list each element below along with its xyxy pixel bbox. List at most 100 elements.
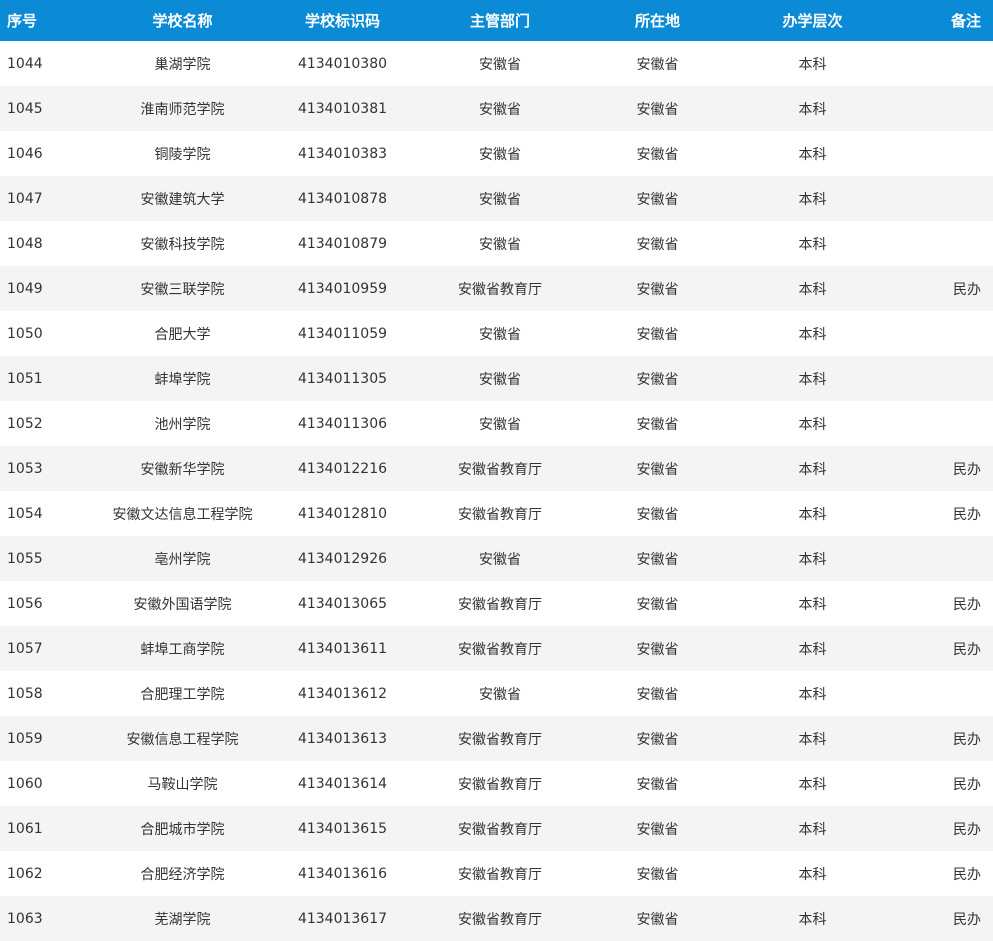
- table-row: 1060 马鞍山学院 4134013614 安徽省教育厅 安徽省 本科 民办: [0, 761, 993, 806]
- cell-location: 安徽省: [636, 686, 679, 703]
- cell-department: 安徽省: [479, 101, 521, 118]
- cell-school-name: 安徽三联学院: [140, 281, 225, 298]
- cell-location: 安徽省: [636, 911, 679, 928]
- cell-school-name: 安徽信息工程学院: [126, 731, 239, 748]
- cell-school-code: 4134013613: [297, 730, 388, 747]
- cell-note: 民办: [953, 731, 981, 748]
- cell-level: 本科: [798, 416, 827, 433]
- cell-location: 安徽省: [636, 236, 679, 253]
- cell-school-code: 4134010959: [297, 280, 388, 297]
- cell-level: 本科: [798, 776, 827, 793]
- cell-note: [895, 86, 993, 131]
- cell-seq: 1057: [7, 640, 43, 657]
- header-location: 所在地: [634, 12, 680, 30]
- table-row: 1058 合肥理工学院 4134013612 安徽省 安徽省 本科: [0, 671, 993, 716]
- table-row: 1048 安徽科技学院 4134010879 安徽省 安徽省 本科: [0, 221, 993, 266]
- cell-school-name: 淮南师范学院: [140, 101, 225, 118]
- cell-school-name: 铜陵学院: [154, 146, 211, 163]
- table-row: 1056 安徽外国语学院 4134013065 安徽省教育厅 安徽省 本科 民办: [0, 581, 993, 626]
- table-row: 1044 巢湖学院 4134010380 安徽省 安徽省 本科: [0, 41, 993, 86]
- cell-department: 安徽省: [479, 56, 521, 73]
- cell-note: [895, 536, 993, 581]
- cell-school-code: 4134012216: [297, 460, 388, 477]
- school-table: 序号 学校名称 学校标识码 主管部门 所在地 办学层次 备注 1044 巢湖学院 4…: [0, 0, 993, 941]
- cell-location: 安徽省: [636, 551, 679, 568]
- cell-seq: 1049: [7, 280, 43, 297]
- cell-seq: 1046: [7, 145, 43, 162]
- cell-location: 安徽省: [636, 326, 679, 343]
- cell-note: [895, 671, 993, 716]
- cell-school-name: 安徽外国语学院: [133, 596, 232, 613]
- cell-department: 安徽省: [479, 191, 521, 208]
- cell-location: 安徽省: [636, 101, 679, 118]
- cell-school-code: 4134010380: [297, 55, 388, 72]
- cell-school-name: 安徽新华学院: [140, 461, 225, 478]
- cell-location: 安徽省: [636, 56, 679, 73]
- table-row: 1052 池州学院 4134011306 安徽省 安徽省 本科: [0, 401, 993, 446]
- cell-school-name: 蚌埠工商学院: [140, 641, 225, 658]
- cell-level: 本科: [798, 731, 827, 748]
- cell-school-name: 安徽文达信息工程学院: [112, 506, 253, 523]
- cell-school-code: 4134012810: [297, 505, 388, 522]
- cell-school-code: 4134011059: [297, 325, 388, 342]
- table-row: 1061 合肥城市学院 4134013615 安徽省教育厅 安徽省 本科 民办: [0, 806, 993, 851]
- cell-note: 民办: [953, 911, 981, 928]
- cell-school-name: 巢湖学院: [154, 56, 211, 73]
- cell-level: 本科: [798, 641, 827, 658]
- table-row: 1062 合肥经济学院 4134013616 安徽省教育厅 安徽省 本科 民办: [0, 851, 993, 896]
- table-row: 1055 亳州学院 4134012926 安徽省 安徽省 本科: [0, 536, 993, 581]
- cell-level: 本科: [798, 371, 827, 388]
- table-row: 1045 淮南师范学院 4134010381 安徽省 安徽省 本科: [0, 86, 993, 131]
- cell-department: 安徽省教育厅: [458, 776, 542, 793]
- cell-school-code: 4134013615: [297, 820, 388, 837]
- cell-note: 民办: [953, 506, 981, 523]
- cell-school-code: 4134010381: [297, 100, 388, 117]
- cell-location: 安徽省: [636, 731, 679, 748]
- cell-location: 安徽省: [636, 506, 679, 523]
- cell-seq: 1056: [7, 595, 43, 612]
- cell-location: 安徽省: [636, 596, 679, 613]
- cell-school-name: 芜湖学院: [154, 911, 211, 928]
- cell-school-code: 4134013611: [297, 640, 388, 657]
- table-row: 1063 芜湖学院 4134013617 安徽省教育厅 安徽省 本科 民办: [0, 896, 993, 941]
- cell-department: 安徽省: [479, 146, 521, 163]
- cell-seq: 1063: [7, 910, 43, 927]
- cell-seq: 1053: [7, 460, 43, 477]
- cell-level: 本科: [798, 506, 827, 523]
- cell-department: 安徽省: [479, 686, 521, 703]
- cell-school-code: 4134011305: [297, 370, 388, 387]
- cell-level: 本科: [798, 191, 827, 208]
- cell-department: 安徽省教育厅: [458, 911, 542, 928]
- cell-note: 民办: [953, 776, 981, 793]
- cell-department: 安徽省教育厅: [458, 641, 542, 658]
- table-row: 1046 铜陵学院 4134010383 安徽省 安徽省 本科: [0, 131, 993, 176]
- cell-note: [895, 131, 993, 176]
- table-header: 序号 学校名称 学校标识码 主管部门 所在地 办学层次 备注: [0, 0, 993, 41]
- cell-school-code: 4134013614: [297, 775, 388, 792]
- cell-level: 本科: [798, 461, 827, 478]
- cell-department: 安徽省: [479, 236, 521, 253]
- table-row: 1059 安徽信息工程学院 4134013613 安徽省教育厅 安徽省 本科 民办: [0, 716, 993, 761]
- cell-level: 本科: [798, 866, 827, 883]
- cell-department: 安徽省: [479, 416, 521, 433]
- cell-school-name: 蚌埠学院: [154, 371, 211, 388]
- cell-department: 安徽省教育厅: [458, 596, 542, 613]
- cell-level: 本科: [798, 821, 827, 838]
- table-row: 1049 安徽三联学院 4134010959 安徽省教育厅 安徽省 本科 民办: [0, 266, 993, 311]
- cell-school-code: 4134013612: [297, 685, 388, 702]
- cell-location: 安徽省: [636, 461, 679, 478]
- cell-level: 本科: [798, 236, 827, 253]
- header-seq: 序号: [7, 12, 38, 30]
- table-row: 1054 安徽文达信息工程学院 4134012810 安徽省教育厅 安徽省 本科 民办: [0, 491, 993, 536]
- cell-level: 本科: [798, 551, 827, 568]
- cell-department: 安徽省教育厅: [458, 506, 542, 523]
- cell-location: 安徽省: [636, 281, 679, 298]
- cell-school-name: 马鞍山学院: [147, 776, 218, 793]
- cell-seq: 1051: [7, 370, 43, 387]
- cell-note: [895, 41, 993, 86]
- cell-school-name: 合肥大学: [154, 326, 211, 343]
- cell-seq: 1059: [7, 730, 43, 747]
- header-department: 主管部门: [469, 12, 530, 30]
- header-school-name: 学校名称: [152, 12, 213, 30]
- cell-seq: 1047: [7, 190, 43, 207]
